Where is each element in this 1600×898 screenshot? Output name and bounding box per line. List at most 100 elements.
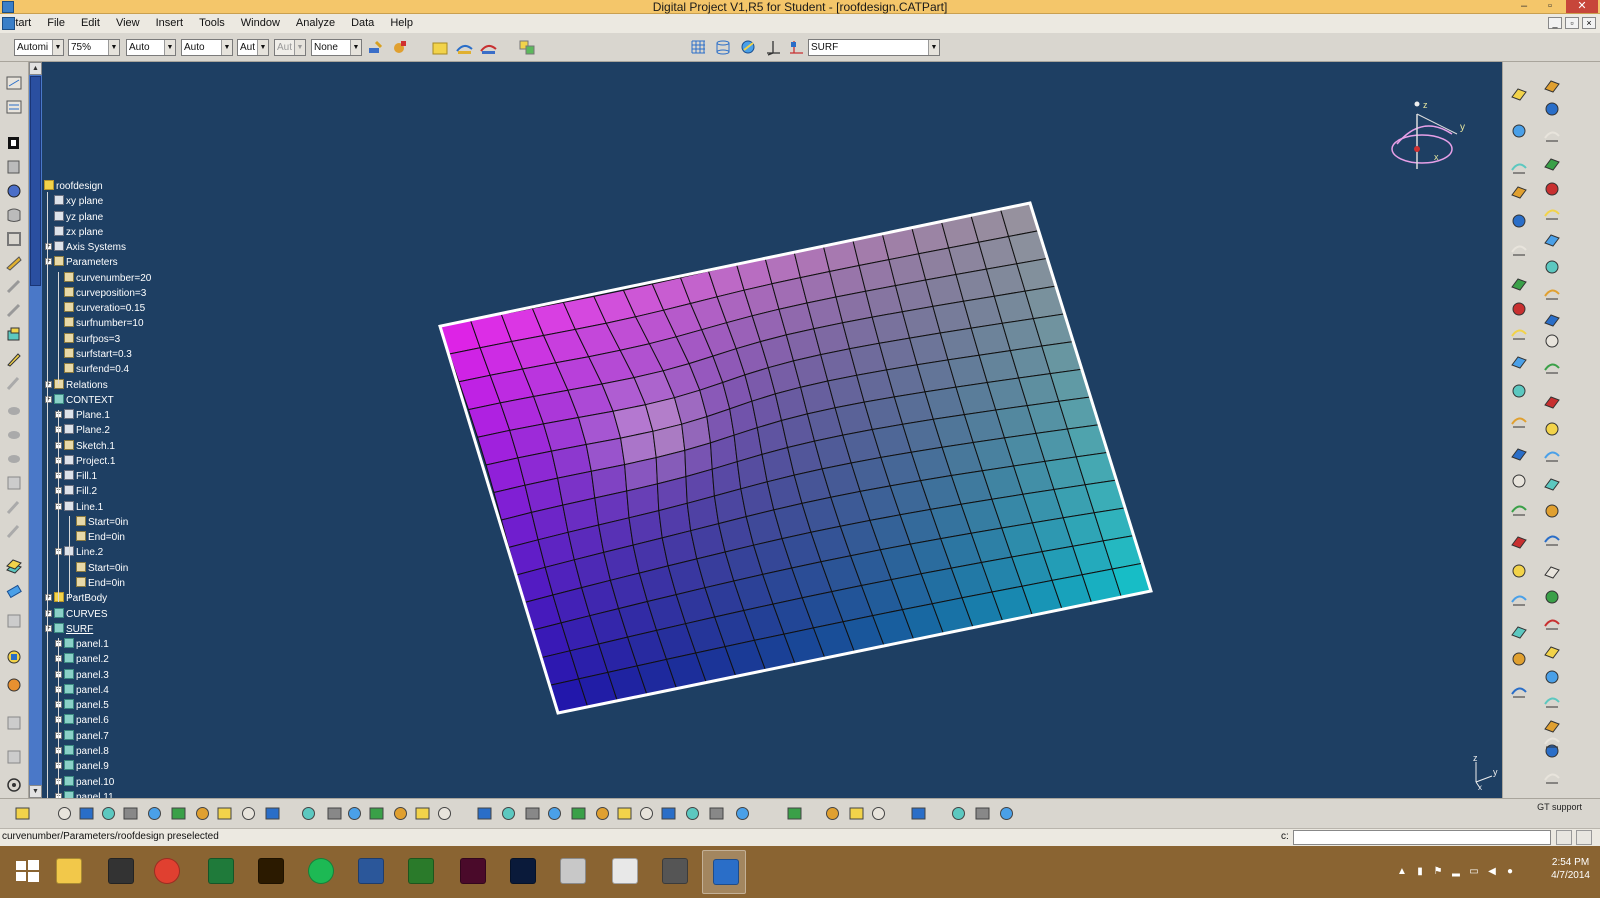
tool-icon[interactable] [1543, 732, 1561, 750]
tree-item[interactable]: Relations [54, 378, 108, 391]
offset-icon[interactable] [5, 230, 23, 248]
tree-item[interactable]: panel.2 [64, 653, 109, 665]
repeat-icon[interactable] [5, 648, 23, 666]
tree-item[interactable]: surfpos=3 [64, 332, 120, 345]
tree-item[interactable]: panel.5 [64, 699, 109, 711]
tray-flag-icon[interactable]: ⚑ [1432, 866, 1444, 878]
tool-icon[interactable] [1543, 180, 1561, 198]
tree-item[interactable]: panel.3 [64, 668, 109, 681]
tray-arrow-icon[interactable]: ▲ [1396, 866, 1408, 878]
tool-icon[interactable] [1510, 158, 1528, 176]
toolbar-icon[interactable] [638, 805, 655, 822]
tool-icon[interactable] [1510, 324, 1528, 342]
toolbar-icon[interactable] [436, 805, 453, 822]
document-icon[interactable] [2, 17, 15, 30]
tree-item[interactable]: surfend=0.4 [64, 363, 129, 375]
toolbar-icon[interactable] [392, 805, 409, 822]
toolbar-icon[interactable] [194, 805, 211, 822]
transform-icon[interactable] [5, 612, 23, 630]
tool-icon[interactable] [1543, 258, 1561, 276]
command-close-button[interactable] [1576, 830, 1592, 845]
tool-icon[interactable] [1543, 154, 1561, 172]
tree-item[interactable]: panel.1 [64, 638, 109, 650]
axis-red-icon[interactable] [788, 39, 805, 56]
tool-icon[interactable] [1510, 352, 1528, 370]
toolbar-icon[interactable] [708, 805, 725, 822]
positioned-sketch-icon[interactable] [5, 98, 23, 116]
toolbar-icon[interactable] [14, 805, 31, 822]
lineweight-combo[interactable]: Auto ▼ [181, 39, 233, 56]
cylinder-icon[interactable] [5, 206, 23, 224]
toolbar-icon[interactable] [78, 805, 95, 822]
toolbar-icon[interactable] [594, 805, 611, 822]
toolbar-icon[interactable] [734, 805, 751, 822]
toolbar-icon[interactable] [570, 805, 587, 822]
menu-window[interactable]: Window [233, 14, 288, 33]
tool-icon[interactable] [1543, 474, 1561, 492]
doc-restore-button[interactable]: ▫ [1565, 17, 1579, 29]
tray-volume-icon[interactable]: ◀ [1486, 866, 1498, 878]
toolbar-icon[interactable] [998, 805, 1015, 822]
gt-support-label[interactable]: GT support [1537, 802, 1582, 812]
doc-minimize-button[interactable]: _ [1548, 17, 1562, 29]
toolbar-icon[interactable] [476, 805, 493, 822]
tool-icon[interactable] [1510, 122, 1528, 140]
tool-icon[interactable] [1543, 204, 1561, 222]
system-clock[interactable]: 2:54 PM 4/7/2014 [1551, 856, 1590, 882]
paint-brush-icon[interactable] [367, 39, 384, 56]
toolbar-icon[interactable] [974, 805, 991, 822]
restore-button[interactable]: ▫ [1540, 0, 1560, 13]
tree-item[interactable]: Plane.2 [64, 424, 110, 436]
tool-icon[interactable] [1510, 472, 1528, 490]
tree-item[interactable]: curveposition=3 [64, 286, 146, 299]
tool-icon[interactable] [1543, 126, 1561, 144]
command-options-button[interactable] [1556, 830, 1572, 845]
tool-icon[interactable] [1543, 642, 1561, 660]
swap-layer-icon[interactable] [480, 39, 497, 56]
pattern-icon[interactable] [5, 676, 23, 694]
tool-icon[interactable] [1543, 614, 1561, 632]
scroll-thumb[interactable] [30, 76, 41, 286]
tool-icon[interactable] [1543, 310, 1561, 328]
toolbar-icon[interactable] [500, 805, 517, 822]
tree-item[interactable]: Line.1 [64, 500, 103, 513]
menu-data[interactable]: Data [343, 14, 382, 33]
menu-tools[interactable]: Tools [191, 14, 233, 33]
paint-taskbar-button[interactable] [602, 850, 646, 894]
tree-item[interactable]: zx plane [54, 225, 103, 238]
tree-item[interactable]: PartBody [54, 592, 107, 604]
tree-item[interactable]: curvenumber=20 [64, 271, 151, 284]
toolbar-icon[interactable] [616, 805, 633, 822]
tree-item[interactable]: Fill.1 [64, 470, 97, 482]
tool-icon[interactable] [1543, 392, 1561, 410]
menu-analyze[interactable]: Analyze [288, 14, 343, 33]
tool-icon[interactable] [1543, 692, 1561, 710]
tree-item[interactable]: Axis Systems [54, 241, 126, 253]
trim-icon[interactable] [5, 374, 23, 392]
tree-root[interactable]: roofdesign [44, 180, 103, 192]
toolbar-icon[interactable] [524, 805, 541, 822]
menu-view[interactable]: View [108, 14, 148, 33]
fill-icon[interactable] [5, 278, 23, 296]
disassemble-icon[interactable] [5, 474, 23, 492]
toolbar-icon[interactable] [824, 805, 841, 822]
sketchup-taskbar-button[interactable] [550, 850, 594, 894]
toolbar-icon[interactable] [950, 805, 967, 822]
close-button[interactable]: ✕ [1566, 0, 1598, 13]
tray-network-icon[interactable]: ▮ [1414, 866, 1426, 878]
tool-icon[interactable] [1510, 622, 1528, 640]
scroll-down-button[interactable]: ▼ [29, 785, 42, 798]
tool-icon[interactable] [1510, 212, 1528, 230]
tree-item[interactable]: Plane.1 [64, 409, 110, 421]
axis-icon[interactable] [765, 39, 782, 56]
tray-sync-icon[interactable]: ● [1504, 866, 1516, 878]
toolbar-icon[interactable] [546, 805, 563, 822]
toolbar-icon[interactable] [870, 805, 887, 822]
tree-item[interactable]: Start=0in [76, 515, 128, 528]
analysis-icon[interactable] [5, 714, 23, 732]
extract-icon[interactable] [5, 498, 23, 516]
toolbar-icon[interactable] [368, 805, 385, 822]
grid-icon[interactable] [690, 39, 707, 56]
catia-app-taskbar-button[interactable] [98, 850, 142, 894]
tree-item[interactable]: Project.1 [64, 454, 115, 467]
